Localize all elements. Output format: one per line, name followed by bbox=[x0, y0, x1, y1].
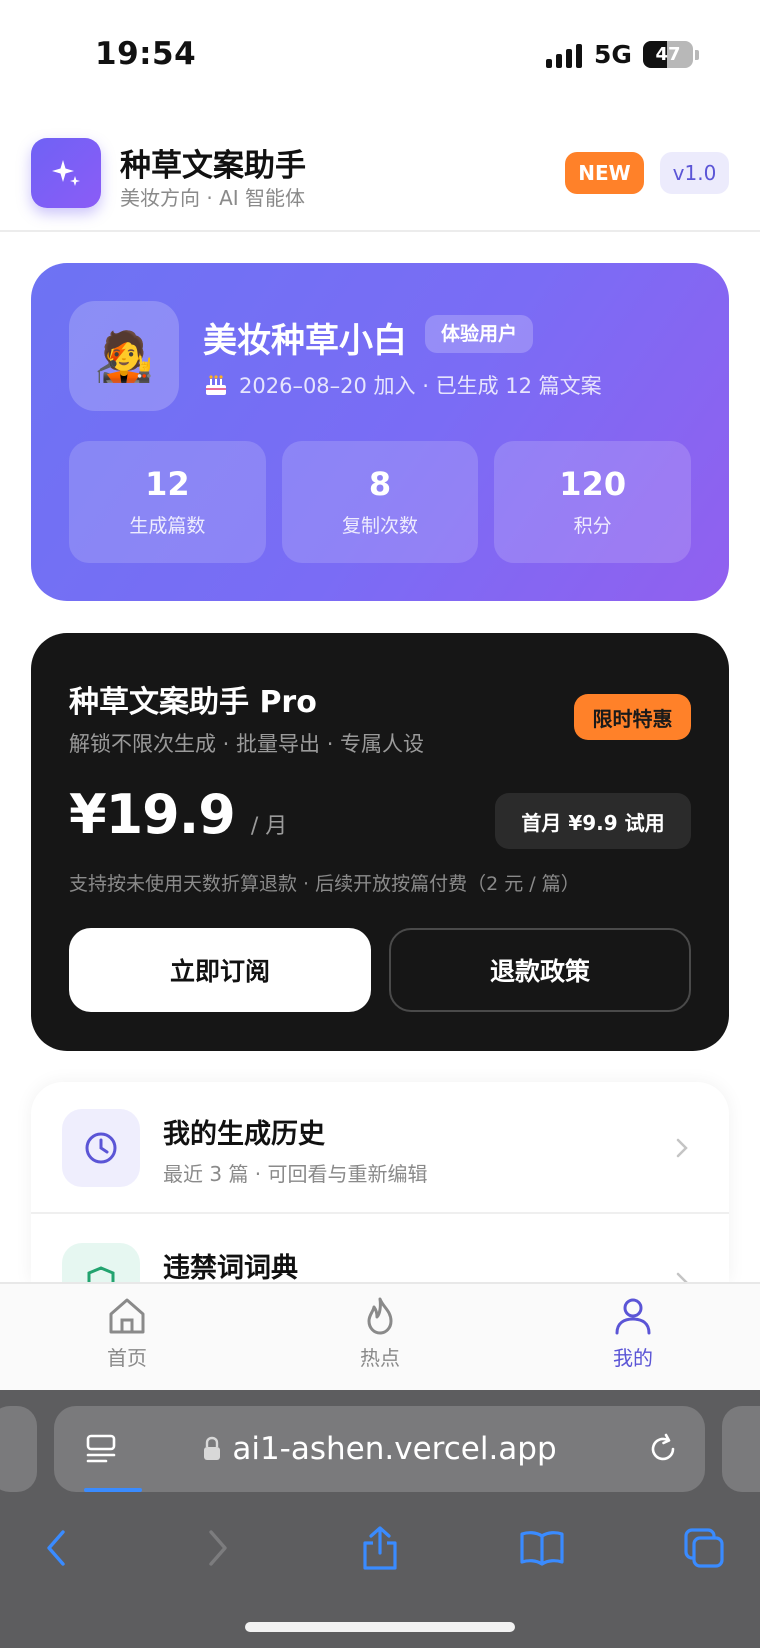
user-meta: 2026–08–20 加入 · 已生成 12 篇文案 bbox=[203, 370, 602, 400]
url-text: ai1-ashen.vercel.app bbox=[232, 1431, 557, 1467]
refund-policy-button[interactable]: 退款政策 bbox=[389, 928, 691, 1012]
stat-value: 12 bbox=[145, 465, 190, 503]
share-icon bbox=[363, 1526, 397, 1570]
menu-title: 违禁词词典 bbox=[163, 1253, 298, 1282]
battery-level: 47 bbox=[655, 44, 681, 65]
status-bar: 19:54 5G 47 bbox=[0, 0, 760, 112]
forward-button[interactable] bbox=[190, 1520, 246, 1576]
stat-label: 复制次数 bbox=[342, 515, 419, 537]
cake-icon bbox=[206, 375, 226, 395]
address-bar[interactable]: ai1-ashen.vercel.app bbox=[54, 1406, 705, 1492]
tab-label: 我的 bbox=[613, 1346, 653, 1370]
bookmarks-button[interactable] bbox=[514, 1520, 570, 1576]
stat-label: 积分 bbox=[573, 515, 612, 537]
tab-label: 热点 bbox=[360, 1346, 400, 1370]
flame-icon bbox=[367, 1297, 393, 1335]
menu-item-banned-words[interactable]: 违禁词词典 bbox=[31, 1216, 729, 1282]
banned-words-icon-box bbox=[62, 1243, 140, 1282]
menu-list: 我的生成历史 最近 3 篇 · 可回看与重新编辑 违禁词词典 bbox=[31, 1082, 729, 1282]
subscribe-button[interactable]: 立即订阅 bbox=[69, 928, 371, 1012]
pro-description: 解锁不限次生成 · 批量导出 · 专属人设 bbox=[69, 732, 425, 756]
stat-copied[interactable]: 8 复制次数 bbox=[281, 441, 479, 563]
user-icon bbox=[615, 1298, 651, 1335]
menu-item-history[interactable]: 我的生成历史 最近 3 篇 · 可回看与重新编辑 bbox=[31, 1082, 729, 1214]
battery-icon: 47 bbox=[643, 41, 693, 68]
app-subtitle: 美妆方向 · AI 智能体 bbox=[120, 186, 306, 210]
next-tab-peek[interactable] bbox=[722, 1406, 760, 1492]
bookmarks-icon bbox=[520, 1531, 564, 1566]
browser-toolbar bbox=[0, 1508, 760, 1588]
network-label: 5G bbox=[594, 40, 632, 69]
tab-home[interactable]: 首页 bbox=[47, 1294, 207, 1384]
chevron-right-icon bbox=[676, 1272, 688, 1282]
version-badge: v1.0 bbox=[660, 152, 729, 194]
stat-value: 8 bbox=[368, 465, 392, 503]
sparkle-icon bbox=[52, 160, 80, 186]
app-header: 种草文案助手 美妆方向 · AI 智能体 NEW v1.0 bbox=[0, 112, 760, 232]
signal-icon bbox=[546, 44, 584, 68]
page-load-progress bbox=[84, 1488, 142, 1492]
price-unit: / 月 bbox=[250, 814, 288, 839]
clock-icon bbox=[85, 1132, 117, 1164]
price: ¥19.9 bbox=[69, 783, 236, 846]
app-title: 种草文案助手 bbox=[120, 148, 306, 184]
home-icon bbox=[109, 1298, 145, 1334]
trial-offer[interactable]: 首月 ¥9.9 试用 bbox=[495, 793, 691, 849]
stats-row: 12 生成篇数 8 复制次数 120 积分 bbox=[69, 441, 692, 563]
tabs-overview-button[interactable] bbox=[676, 1520, 732, 1576]
browser-chrome: ai1-ashen.vercel.app bbox=[0, 1390, 760, 1648]
app-logo bbox=[31, 138, 101, 208]
limited-offer-badge: 限时特惠 bbox=[574, 694, 691, 740]
price-row: ¥19.9 / 月 bbox=[69, 783, 287, 846]
menu-desc: 最近 3 篇 · 可回看与重新编辑 bbox=[163, 1162, 428, 1186]
tab-trending[interactable]: 热点 bbox=[300, 1294, 460, 1384]
user-name: 美妆种草小白 bbox=[203, 321, 407, 361]
avatar[interactable]: 🧑‍🎤 bbox=[69, 301, 179, 411]
shield-icon bbox=[87, 1266, 115, 1282]
stat-label: 生成篇数 bbox=[129, 515, 206, 537]
stat-generated[interactable]: 12 生成篇数 bbox=[69, 441, 266, 563]
stat-points[interactable]: 120 积分 bbox=[494, 441, 692, 563]
refund-note: 支持按未使用天数折算退款 · 后续开放按篇付费（2 元 / 篇） bbox=[69, 873, 580, 895]
tabs-overview-icon bbox=[684, 1528, 724, 1568]
pro-subscription-card: 种草文案助手 Pro 解锁不限次生成 · 批量导出 · 专属人设 限时特惠 ¥1… bbox=[31, 633, 729, 1051]
profile-card: 🧑‍🎤 美妆种草小白 体验用户 2026–08–20 加入 · 已生成 12 篇… bbox=[31, 263, 729, 601]
share-button[interactable] bbox=[352, 1520, 408, 1576]
user-role-badge: 体验用户 bbox=[425, 315, 534, 353]
back-button[interactable] bbox=[28, 1520, 84, 1576]
tab-profile[interactable]: 我的 bbox=[553, 1294, 713, 1384]
history-icon-box bbox=[62, 1109, 140, 1187]
url-display: ai1-ashen.vercel.app bbox=[54, 1406, 705, 1492]
reload-icon[interactable] bbox=[646, 1432, 680, 1466]
new-badge: NEW bbox=[565, 152, 644, 194]
home-indicator[interactable] bbox=[245, 1622, 515, 1632]
chevron-right-icon bbox=[676, 1138, 688, 1158]
previous-tab-peek[interactable] bbox=[0, 1406, 37, 1492]
forward-icon bbox=[209, 1530, 227, 1566]
tab-label: 首页 bbox=[107, 1346, 147, 1370]
lock-icon bbox=[204, 1436, 221, 1460]
back-icon bbox=[47, 1530, 65, 1566]
pro-title: 种草文案助手 Pro bbox=[69, 685, 317, 720]
bottom-tab-bar: 首页 热点 我的 bbox=[0, 1282, 760, 1390]
menu-title: 我的生成历史 bbox=[163, 1119, 325, 1150]
status-time: 19:54 bbox=[95, 36, 197, 72]
user-meta-text: 2026–08–20 加入 · 已生成 12 篇文案 bbox=[239, 374, 602, 398]
stat-value: 120 bbox=[559, 465, 627, 503]
